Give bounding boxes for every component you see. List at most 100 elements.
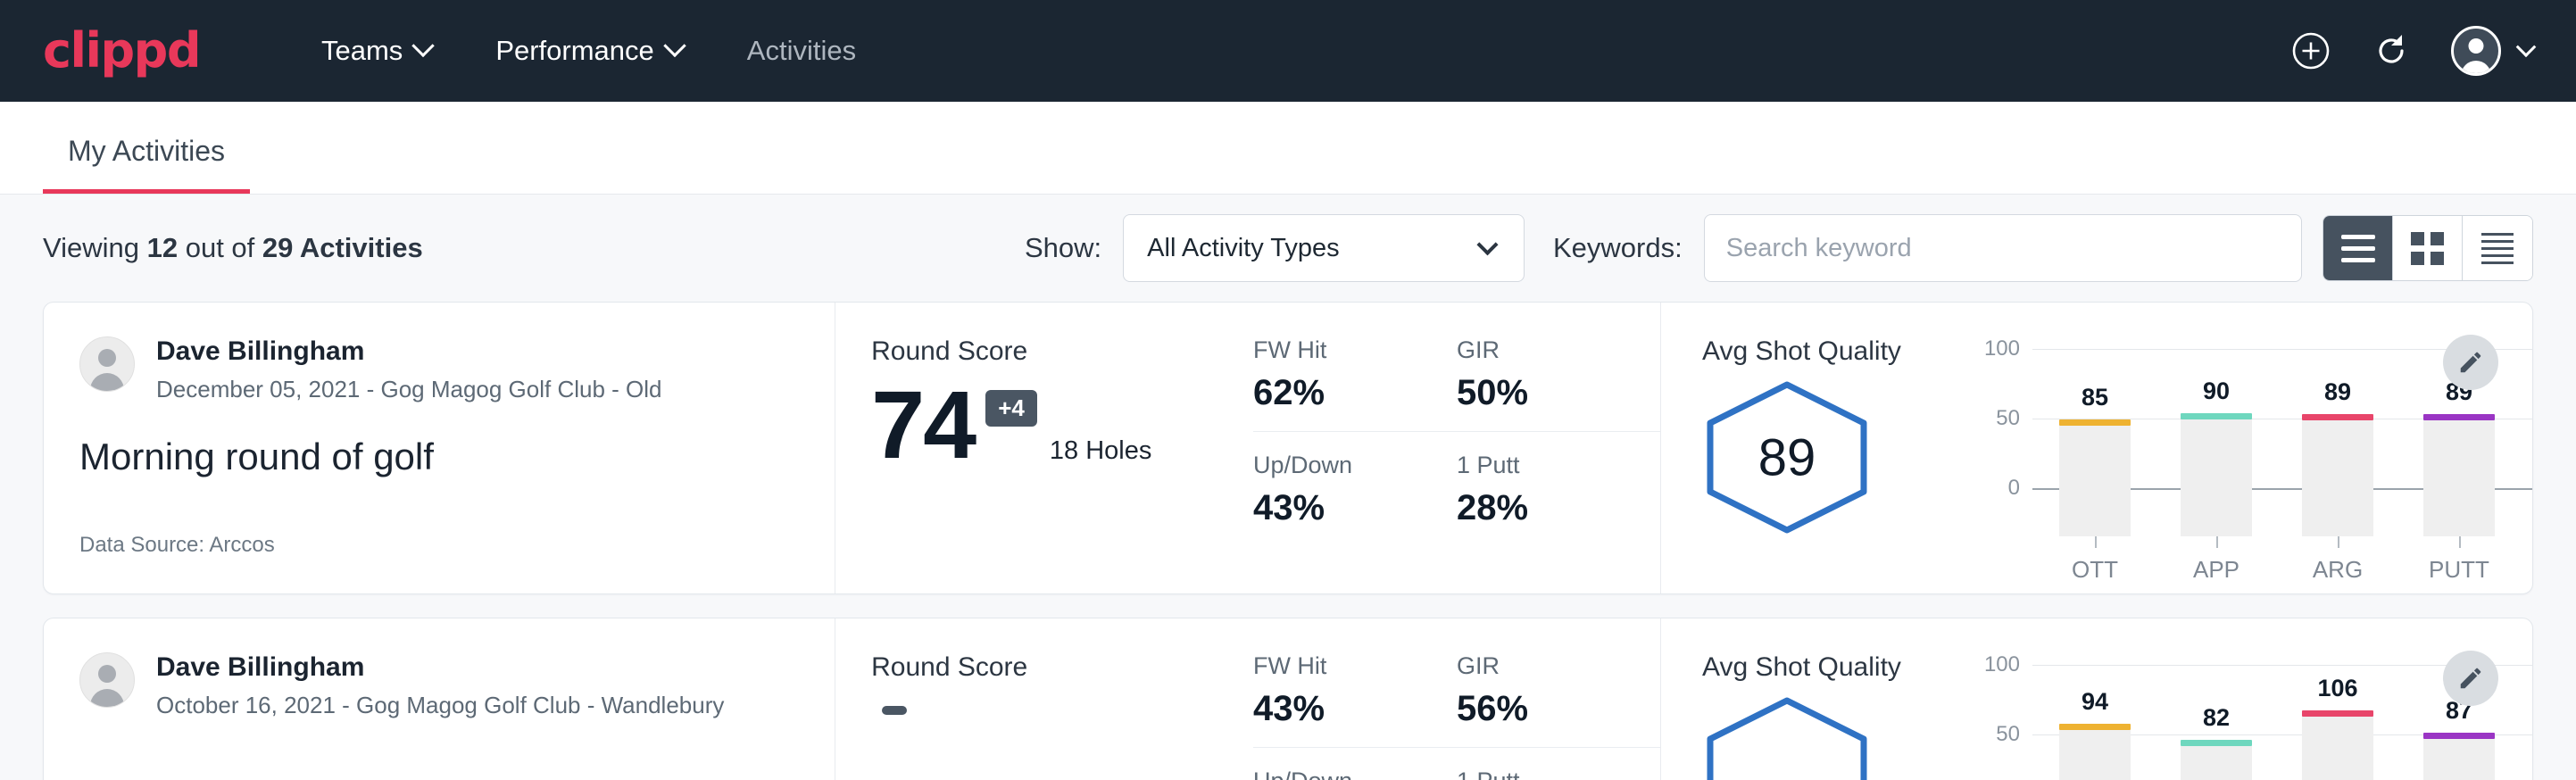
compact-list-icon <box>2481 233 2514 264</box>
edit-activity-button[interactable] <box>2443 651 2498 706</box>
bar-cap-app <box>2181 740 2252 746</box>
stat-label: 1 Putt <box>1457 768 1623 780</box>
score-to-par-badge <box>882 706 907 715</box>
edit-activity-button[interactable] <box>2443 335 2498 390</box>
round-score-row <box>871 688 1253 761</box>
activity-meta: December 05, 2021 - Gog Magog Golf Club … <box>156 376 662 403</box>
x-tick-app <box>2216 536 2218 548</box>
stat-label: FW Hit <box>1253 336 1419 364</box>
y-tick-50: 50 <box>1996 406 2020 431</box>
stat-label: Up/Down <box>1253 768 1419 780</box>
shot-quality-hexagon: 89 <box>1702 379 1872 535</box>
primary-nav: Teams Performance Activities <box>289 35 888 67</box>
tab-my-activities[interactable]: My Activities <box>43 135 250 194</box>
tab-bar: My Activities <box>0 102 2576 195</box>
y-tick-100: 100 <box>1984 336 2020 361</box>
avg-shot-quality-label: Avg Shot Quality <box>1702 652 2023 683</box>
activity-type-select[interactable]: All Activity Types <box>1123 214 1525 282</box>
stat-value: 43% <box>1253 488 1419 528</box>
show-label: Show: <box>1025 232 1101 264</box>
activity-card[interactable]: Dave Billingham December 05, 2021 - Gog … <box>43 302 2533 594</box>
nav-item-performance-label: Performance <box>495 35 653 67</box>
activity-info-column: Dave Billingham December 05, 2021 - Gog … <box>44 303 835 593</box>
nav-item-teams[interactable]: Teams <box>289 35 463 67</box>
chevron-down-icon <box>663 35 686 57</box>
bar-putt: 89 PUTT <box>2423 397 2495 536</box>
activity-type-select-value: All Activity Types <box>1147 234 1339 263</box>
avatar <box>2451 26 2501 76</box>
bar-ott: 85 OTT <box>2059 397 2131 536</box>
viewing-count-text: Viewing 12 out of 29 Activities <box>43 232 423 264</box>
y-tick-100: 100 <box>1984 652 2020 677</box>
stat-value: 28% <box>1457 488 1623 528</box>
tab-my-activities-label: My Activities <box>68 135 225 167</box>
clippd-logo[interactable]: clippd <box>43 27 200 75</box>
nav-actions <box>2290 0 2533 102</box>
refresh-icon[interactable] <box>2371 30 2412 71</box>
round-score-row: 74 +4 18 Holes <box>871 372 1253 473</box>
x-label-app: APP <box>2181 556 2252 584</box>
round-score-label: Round Score <box>871 652 1253 683</box>
view-mode-toggle <box>2323 215 2533 281</box>
stat-one-putt: 1 Putt <box>1457 768 1660 780</box>
y-tick-0: 0 <box>2008 476 2020 501</box>
shot-quality-hexagon <box>1702 695 1872 780</box>
viewing-mid: out of <box>178 232 262 263</box>
stat-label: FW Hit <box>1253 652 1419 680</box>
activity-info-column: Dave Billingham October 16, 2021 - Gog M… <box>44 618 835 780</box>
bar-value-ott: 85 <box>2059 384 2131 411</box>
chevron-down-icon <box>2516 37 2537 57</box>
account-avatar[interactable] <box>2451 26 2533 76</box>
compact-view-button[interactable] <box>2463 216 2532 280</box>
stat-label: 1 Putt <box>1457 452 1623 479</box>
bar-cap-arg <box>2302 414 2373 420</box>
bar-value-arg: 89 <box>2302 378 2373 406</box>
top-navigation-bar: clippd Teams Performance Activities <box>0 0 2576 102</box>
bar-value-ott: 94 <box>2059 688 2131 716</box>
holes-count: 18 Holes <box>1050 436 1151 466</box>
bar-cap-putt <box>2423 733 2495 739</box>
show-filter-group: Show: All Activity Types <box>1025 214 1525 282</box>
bar-cap-ott <box>2059 419 2131 426</box>
score-to-par-badge: +4 <box>985 390 1037 427</box>
nav-item-activities[interactable]: Activities <box>715 35 888 67</box>
round-score-value: 74 <box>871 377 975 473</box>
activity-card[interactable]: Dave Billingham October 16, 2021 - Gog M… <box>43 618 2533 780</box>
bar-cap-arg <box>2302 710 2373 717</box>
bar-arg: 106 ARG <box>2302 713 2373 780</box>
activity-title: Morning round of golf <box>79 436 799 478</box>
x-label-putt: PUTT <box>2423 556 2495 584</box>
bar-cap-app <box>2181 413 2252 419</box>
keyword-filter-group: Keywords: <box>1553 214 2302 282</box>
stat-one-putt: 1 Putt 28% <box>1457 452 1660 528</box>
viewing-prefix: Viewing <box>43 232 147 263</box>
stats-column: FW Hit 43% GIR 56% Up/Down 1 Putt <box>1253 618 1661 780</box>
stat-fw-hit: FW Hit 43% <box>1253 652 1457 748</box>
shot-quality-column: Avg Shot Quality 100 50 0 <box>1661 618 2532 780</box>
x-label-arg: ARG <box>2302 556 2373 584</box>
chevron-down-icon <box>412 35 435 57</box>
bar-cap-putt <box>2423 414 2495 420</box>
search-input[interactable] <box>1704 214 2302 282</box>
round-score-column: Round Score <box>835 618 1253 780</box>
grid-view-button[interactable] <box>2393 216 2463 280</box>
x-tick-putt <box>2459 536 2461 548</box>
bar-value-app: 90 <box>2181 378 2252 405</box>
player-name: Dave Billingham <box>156 336 662 368</box>
bar-cap-ott <box>2059 724 2131 730</box>
list-view-button[interactable] <box>2323 216 2393 280</box>
x-tick-ott <box>2095 536 2097 548</box>
chevron-down-icon <box>1477 234 1499 255</box>
avatar <box>79 336 135 392</box>
stat-gir: GIR 50% <box>1457 336 1660 432</box>
avatar <box>79 652 135 708</box>
add-icon[interactable] <box>2290 30 2331 71</box>
activity-list: Dave Billingham December 05, 2021 - Gog … <box>0 302 2576 780</box>
stat-value: 62% <box>1253 373 1419 413</box>
stat-value: 50% <box>1457 373 1623 413</box>
bar-app: 90 APP <box>2181 397 2252 536</box>
bar-putt: 87 PUTT <box>2423 713 2495 780</box>
shot-quality-column: Avg Shot Quality 89 100 50 0 <box>1661 303 2532 593</box>
nav-item-performance[interactable]: Performance <box>463 35 714 67</box>
stat-up-down: Up/Down 43% <box>1253 452 1457 528</box>
